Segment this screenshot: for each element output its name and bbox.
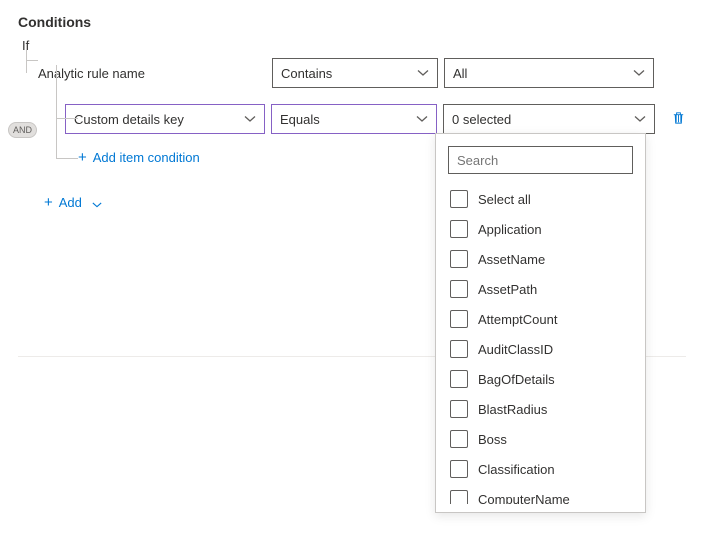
option-label: BlastRadius <box>478 402 547 417</box>
dropdown-option[interactable]: AssetName <box>440 244 641 274</box>
value-text: All <box>453 66 467 81</box>
custom-value-select[interactable]: 0 selected <box>443 104 655 134</box>
checkbox[interactable] <box>450 220 468 238</box>
dropdown-option[interactable]: BlastRadius <box>440 394 641 424</box>
value-select[interactable]: All <box>444 58 654 88</box>
dropdown-option[interactable]: AttemptCount <box>440 304 641 334</box>
dropdown-option[interactable]: Boss <box>440 424 641 454</box>
value-text: 0 selected <box>452 112 511 127</box>
and-operator-badge: AND <box>8 122 37 138</box>
key-text: Custom details key <box>74 112 184 127</box>
option-label: Classification <box>478 462 555 477</box>
operator-value: Contains <box>281 66 332 81</box>
option-label: AssetPath <box>478 282 537 297</box>
checkbox[interactable] <box>450 430 468 448</box>
dropdown-option[interactable]: AssetPath <box>440 274 641 304</box>
tree-connector <box>18 57 38 89</box>
chevron-down-icon <box>92 198 102 208</box>
dropdown-option[interactable]: Classification <box>440 454 641 484</box>
dropdown-option[interactable]: Select all <box>440 184 641 214</box>
condition-field-label: Analytic rule name <box>38 66 272 81</box>
checkbox[interactable] <box>450 400 468 418</box>
option-label: AttemptCount <box>478 312 558 327</box>
checkbox[interactable] <box>450 490 468 504</box>
chevron-down-icon <box>634 113 646 125</box>
dropdown-option[interactable]: BagOfDetails <box>440 364 641 394</box>
plus-icon: + <box>78 150 87 165</box>
option-label: AssetName <box>478 252 545 267</box>
chevron-down-icon <box>633 67 645 79</box>
checkbox[interactable] <box>450 460 468 478</box>
delete-condition-button[interactable] <box>671 110 686 128</box>
chevron-down-icon <box>244 113 256 125</box>
operator-text: Equals <box>280 112 320 127</box>
checkbox[interactable] <box>450 370 468 388</box>
option-label: AuditClassID <box>478 342 553 357</box>
trash-icon <box>671 110 686 125</box>
custom-key-select[interactable]: Custom details key <box>65 104 265 134</box>
dropdown-option[interactable]: ComputerName <box>440 484 641 504</box>
add-button[interactable]: + Add <box>44 195 102 210</box>
checkbox[interactable] <box>450 250 468 268</box>
dropdown-option[interactable]: AuditClassID <box>440 334 641 364</box>
add-item-condition-button[interactable]: + Add item condition <box>78 150 200 165</box>
checkbox[interactable] <box>450 340 468 358</box>
dropdown-options-list[interactable]: Select all Application AssetName AssetPath A… <box>436 184 645 504</box>
if-label: If <box>22 38 686 53</box>
section-title: Conditions <box>18 14 686 30</box>
option-label: ComputerName <box>478 492 570 505</box>
chevron-down-icon <box>416 113 428 125</box>
dropdown-option[interactable]: Application <box>440 214 641 244</box>
add-item-label: Add item condition <box>93 150 200 165</box>
checkbox[interactable] <box>450 280 468 298</box>
option-label: Boss <box>478 432 507 447</box>
value-dropdown-panel: Select all Application AssetName AssetPath A… <box>435 133 646 513</box>
checkbox[interactable] <box>450 310 468 328</box>
option-label: Select all <box>478 192 531 207</box>
add-label: Add <box>59 195 82 210</box>
option-label: Application <box>478 222 542 237</box>
plus-icon: + <box>44 195 53 210</box>
custom-operator-select[interactable]: Equals <box>271 104 437 134</box>
dropdown-search-box[interactable] <box>448 146 633 174</box>
condition-row-2: Custom details key Equals 0 selected <box>48 103 686 135</box>
operator-select[interactable]: Contains <box>272 58 438 88</box>
condition-row-1: Analytic rule name Contains All <box>18 57 686 89</box>
dropdown-search-input[interactable] <box>457 153 624 168</box>
chevron-down-icon <box>417 67 429 79</box>
checkbox[interactable] <box>450 190 468 208</box>
tree-connector <box>48 143 78 171</box>
option-label: BagOfDetails <box>478 372 555 387</box>
